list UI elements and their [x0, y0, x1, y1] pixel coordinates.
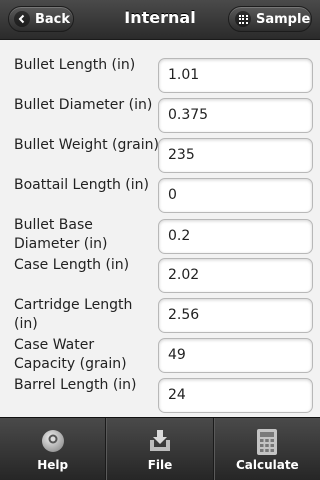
chevron-left-icon: [14, 11, 30, 27]
cartridge-length-label: Cartridge Length (in): [14, 297, 133, 332]
help-icon: [40, 428, 66, 458]
cartridge-length-input[interactable]: 2.56: [158, 298, 313, 333]
sample-button-label: Sample: [256, 11, 311, 27]
header-bar: Internal Back Sample: [0, 0, 320, 40]
case-length-input[interactable]: 2.02: [158, 258, 313, 293]
barrel-length-input[interactable]: 24: [158, 378, 313, 413]
help-button[interactable]: Help: [0, 418, 107, 480]
bullet-weight-label: Bullet Weight (grain): [14, 137, 159, 153]
bullet-base-diameter-input[interactable]: 0.2: [158, 219, 313, 254]
bullet-base-diameter-label: Bullet Base Diameter (in): [14, 217, 108, 252]
back-button[interactable]: Back: [8, 6, 74, 32]
barrel-length-label: Barrel Length (in): [14, 377, 137, 393]
file-icon: [146, 428, 174, 458]
boattail-length-input[interactable]: 0: [158, 178, 313, 213]
calculate-button[interactable]: Calculate: [213, 418, 320, 480]
sample-button[interactable]: Sample: [228, 6, 312, 32]
back-button-label: Back: [35, 11, 71, 27]
case-length-label: Case Length (in): [14, 257, 130, 273]
case-water-capacity-input[interactable]: 49: [158, 338, 313, 373]
bottom-nav: Help File Calculate: [0, 417, 320, 480]
bullet-length-label: Bullet Length (in): [14, 57, 136, 73]
grid-icon: [235, 11, 251, 27]
help-label: Help: [37, 458, 69, 472]
boattail-length-label: Boattail Length (in): [14, 177, 149, 193]
internal-form: Bullet Length (in) 1.01 Bullet Diameter …: [0, 40, 320, 417]
bullet-weight-input[interactable]: 235: [158, 138, 313, 173]
bullet-length-input[interactable]: 1.01: [158, 58, 313, 93]
file-button[interactable]: File: [106, 418, 214, 480]
calculate-label: Calculate: [235, 458, 299, 472]
calculator-icon: [255, 428, 279, 460]
file-label: File: [147, 458, 173, 472]
case-water-capacity-label: Case Water Capacity (grain): [14, 337, 127, 372]
bullet-diameter-input[interactable]: 0.375: [158, 98, 313, 133]
bullet-diameter-label: Bullet Diameter (in): [14, 97, 153, 113]
